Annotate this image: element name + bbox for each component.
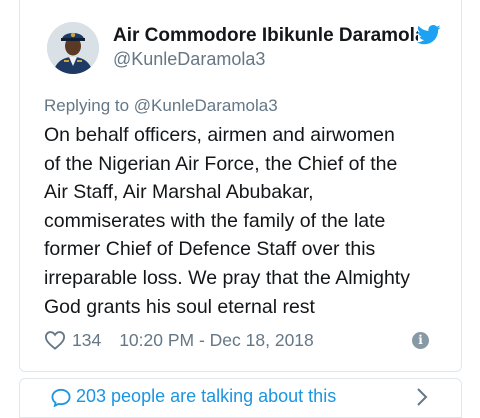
tweet-text-line: irreparable loss. We pray that the Almig… bbox=[44, 266, 410, 289]
tweet-timestamp[interactable]: 10:20 PM - Dec 18, 2018 bbox=[119, 330, 314, 351]
author-display-name[interactable]: Air Commodore Ibikunle Daramola bbox=[113, 25, 418, 47]
avatar[interactable] bbox=[47, 22, 99, 74]
officer-avatar-icon bbox=[47, 22, 99, 74]
heart-icon[interactable] bbox=[44, 330, 66, 350]
tweet-text: On behalf officers, airmen and airwomen … bbox=[44, 121, 454, 321]
info-icon[interactable]: i bbox=[412, 332, 429, 349]
tweet-text-line: of the Nigerian Air Force, the Chief of … bbox=[44, 152, 398, 175]
tweet-text-line: former Chief of Defence Staff over this bbox=[44, 238, 376, 261]
tweet-text-line: God grants his soul eternal rest bbox=[44, 295, 315, 318]
tweet-card: Air Commodore Ibikunle Daramola @KunleDa… bbox=[19, 0, 462, 372]
tweet-text-line: On behalf officers, airmen and airwomen bbox=[44, 124, 395, 146]
tweet-text-line: commiserates with the family of the late bbox=[44, 209, 386, 232]
replying-to[interactable]: Replying to @KunleDaramola3 bbox=[44, 96, 278, 116]
author-handle[interactable]: @KunleDaramola3 bbox=[113, 49, 265, 69]
like-count[interactable]: 134 bbox=[72, 330, 101, 351]
conversation-link[interactable]: 203 people are talking about this bbox=[19, 378, 462, 418]
chevron-right-icon[interactable] bbox=[415, 387, 429, 407]
tweet-meta: 134 10:20 PM - Dec 18, 2018 bbox=[44, 328, 314, 352]
conversation-label[interactable]: 203 people are talking about this bbox=[76, 385, 336, 407]
speech-bubble-icon bbox=[51, 388, 71, 407]
twitter-bird-icon[interactable] bbox=[417, 25, 441, 45]
tweet-text-line: Air Staff, Air Marshal Abubakar, bbox=[44, 181, 314, 204]
